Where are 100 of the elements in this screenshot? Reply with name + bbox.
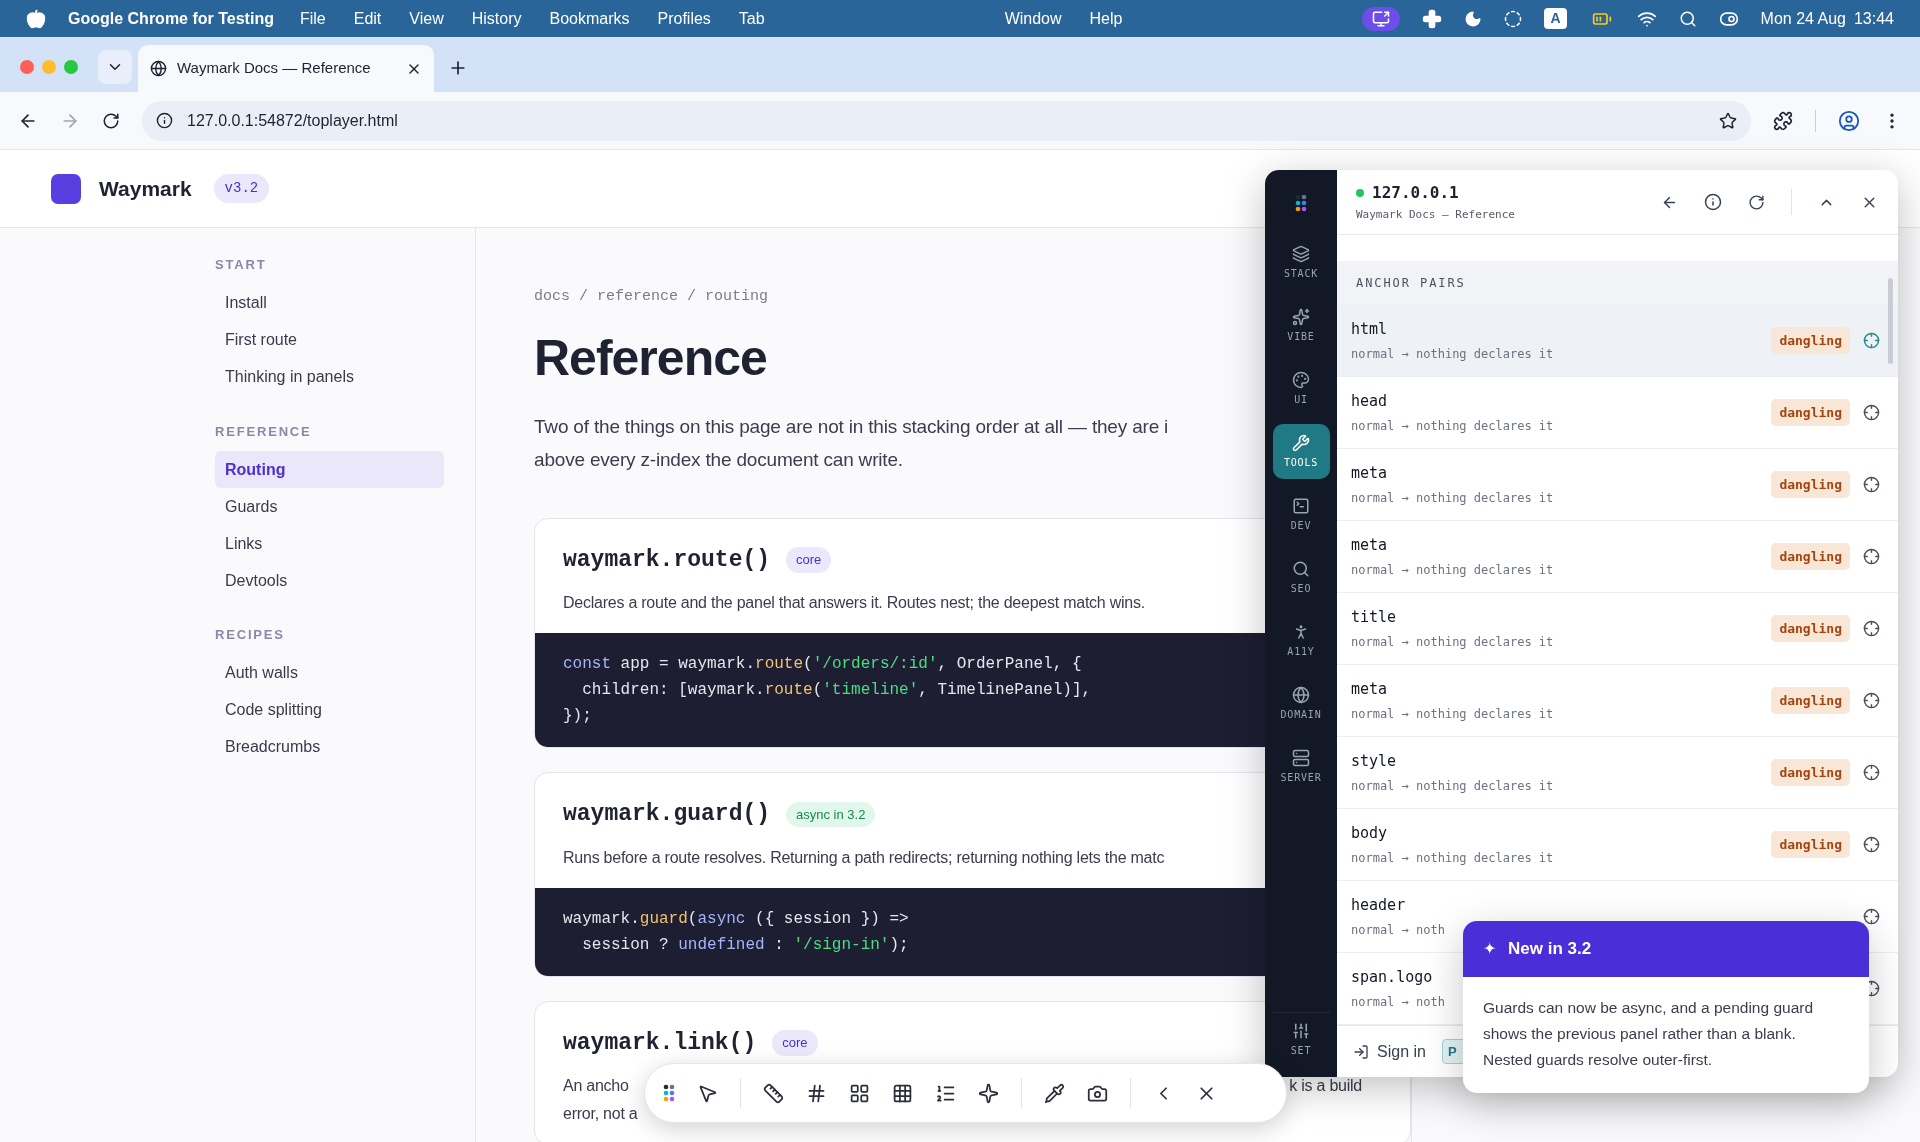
- rail-tab[interactable]: UI: [1272, 361, 1330, 416]
- status-badge: dangling: [1771, 758, 1850, 787]
- frame-icon[interactable]: [806, 1082, 827, 1104]
- apple-icon[interactable]: [26, 8, 46, 29]
- refresh-icon[interactable]: [1748, 193, 1765, 211]
- crosshair-icon[interactable]: [1863, 764, 1880, 781]
- screen-share-icon[interactable]: [1362, 6, 1401, 31]
- element-name: header: [1351, 895, 1406, 917]
- anchor-detail: normal → nothing declares it: [1351, 345, 1554, 363]
- eyedropper-icon[interactable]: [1044, 1082, 1065, 1104]
- sidebar-item[interactable]: Code splitting: [215, 691, 444, 729]
- anchor-detail: normal → nothing declares it: [1351, 849, 1554, 867]
- grid-icon[interactable]: [849, 1082, 870, 1104]
- api-name: waymark.route(): [563, 545, 771, 575]
- browser-tab[interactable]: Waymark Docs — Reference: [138, 45, 434, 92]
- menu-item[interactable]: Edit: [353, 6, 382, 31]
- menu-item[interactable]: Window: [1004, 6, 1062, 31]
- menu-item[interactable]: Profiles: [657, 6, 711, 31]
- menu-item[interactable]: File: [299, 6, 326, 31]
- anchor-detail: normal → nothing declares it: [1351, 777, 1554, 795]
- sidebar-heading: RECIPES: [215, 626, 286, 644]
- sidebar-item[interactable]: Guards: [215, 488, 444, 525]
- element-name: style: [1351, 751, 1397, 773]
- dots-logo-icon[interactable]: [1295, 193, 1307, 212]
- status-badge: dangling: [1771, 614, 1850, 643]
- cross-icon[interactable]: [1422, 8, 1443, 29]
- api-tag: core: [786, 547, 832, 573]
- sign-in-icon: [1353, 1043, 1369, 1060]
- anchor-row[interactable]: meta normal → nothing declares it dangling: [1337, 521, 1898, 593]
- sidebar-item[interactable]: First route: [215, 321, 444, 359]
- ruler-icon[interactable]: [763, 1082, 784, 1104]
- sliders-icon: [1292, 1022, 1310, 1040]
- status-badge: dangling: [1771, 686, 1850, 715]
- anchor-row[interactable]: style normal → nothing declares it dangling: [1337, 737, 1898, 809]
- address-bar[interactable]: 127.0.0.1:54872/toplayer.html: [142, 100, 1751, 141]
- status-badge: dangling: [1771, 398, 1850, 427]
- sidebar-item[interactable]: Devtools: [215, 562, 444, 599]
- sidebar-item[interactable]: Routing: [215, 451, 444, 488]
- sidebar-item[interactable]: Install: [215, 284, 444, 322]
- rail-tab[interactable]: VIBE: [1272, 298, 1330, 353]
- input-source[interactable]: A: [1544, 8, 1567, 29]
- anchor-row[interactable]: html normal → nothing declares it dangling: [1337, 305, 1898, 377]
- terminal-icon: [1292, 496, 1310, 515]
- scrollbar-thumb[interactable]: [1888, 278, 1893, 364]
- sidebar-item[interactable]: Breadcrumbs: [215, 728, 444, 766]
- reload-icon[interactable]: [102, 111, 120, 130]
- crosshair-icon[interactable]: [1863, 908, 1880, 925]
- api-description: k is a build: [1289, 1076, 1362, 1096]
- star-icon[interactable]: [1719, 111, 1737, 130]
- sidebar-item[interactable]: Links: [215, 525, 444, 562]
- moon-icon[interactable]: [1464, 9, 1483, 28]
- crosshair-icon[interactable]: [1863, 476, 1880, 493]
- url-text: 127.0.0.1:54872/toplayer.html: [187, 110, 399, 131]
- info-icon[interactable]: [1704, 193, 1722, 211]
- sidebar-item[interactable]: Thinking in panels: [215, 358, 444, 396]
- search-icon[interactable]: [1678, 9, 1697, 28]
- api-name: waymark.guard(): [563, 800, 771, 829]
- crosshair-icon[interactable]: [1863, 404, 1880, 421]
- element-name: title: [1351, 607, 1397, 629]
- app-menu[interactable]: Google Chrome for Testing: [68, 6, 274, 31]
- sparkle-icon[interactable]: [978, 1082, 999, 1104]
- wrench-icon: [1292, 433, 1310, 452]
- sign-in-button[interactable]: Sign in: [1353, 1039, 1426, 1064]
- rail-tab[interactable]: DEV: [1272, 487, 1330, 542]
- extensions-icon[interactable]: [1773, 110, 1793, 131]
- sidebar-item[interactable]: Auth walls: [215, 654, 444, 692]
- logo-icon[interactable]: [51, 173, 81, 204]
- globe-icon: [1292, 685, 1310, 704]
- anchor-row[interactable]: body normal → nothing declares it dangling: [1337, 809, 1898, 881]
- anchor-row[interactable]: title normal → nothing declares it dangling: [1337, 593, 1898, 665]
- crosshair-icon[interactable]: [1863, 692, 1880, 709]
- crosshair-icon[interactable]: [1863, 620, 1880, 637]
- status-badge: dangling: [1771, 830, 1850, 859]
- menu-item[interactable]: View: [409, 6, 444, 31]
- anchor-row[interactable]: meta normal → nothing declares it dangling: [1337, 665, 1898, 737]
- api-description: error, not a: [563, 1104, 638, 1124]
- host-name: 127.0.0.1: [1372, 181, 1459, 204]
- menu-item[interactable]: Tab: [738, 6, 765, 31]
- table-icon[interactable]: [892, 1082, 913, 1104]
- anchor-row[interactable]: head normal → nothing declares it dangling: [1337, 377, 1898, 449]
- menu-item[interactable]: History: [471, 6, 522, 31]
- menu-item[interactable]: Help: [1089, 6, 1123, 31]
- dots-logo-icon[interactable]: [663, 1084, 675, 1102]
- crosshair-icon[interactable]: [1863, 836, 1880, 853]
- site-name[interactable]: Waymark: [99, 172, 192, 205]
- rail-tab[interactable]: DOMAIN: [1272, 676, 1330, 731]
- anchor-detail: normal → noth: [1351, 993, 1445, 1011]
- anchor-row[interactable]: meta normal → nothing declares it dangling: [1337, 449, 1898, 521]
- crosshair-icon[interactable]: [1863, 548, 1880, 565]
- menu-item[interactable]: Bookmarks: [549, 6, 630, 31]
- profile-icon[interactable]: [1838, 109, 1860, 132]
- api-name: waymark.link(): [563, 1028, 757, 1058]
- rail-tab[interactable]: SET: [1272, 1012, 1330, 1067]
- info-icon[interactable]: [156, 112, 173, 129]
- rail-tab[interactable]: STACK: [1272, 235, 1330, 290]
- tab-title: Waymark Docs — Reference: [177, 58, 372, 79]
- circle-icon[interactable]: [1504, 9, 1523, 28]
- rail-tab[interactable]: TOOLS: [1272, 424, 1330, 479]
- rail-tab[interactable]: SEO: [1272, 550, 1330, 605]
- section-heading: ANCHOR PAIRS: [1337, 261, 1898, 305]
